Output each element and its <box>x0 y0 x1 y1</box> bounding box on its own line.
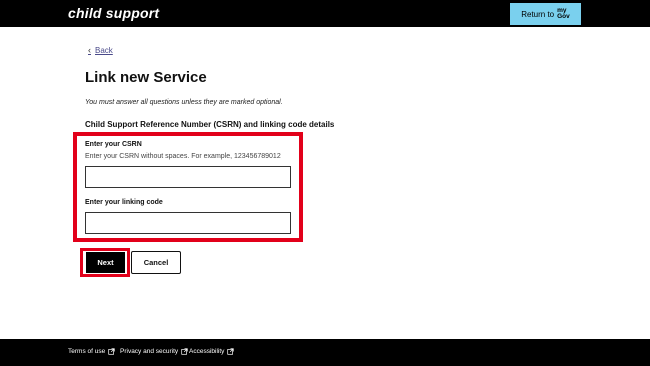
back-label: Back <box>95 45 113 55</box>
page: child support Return to my Gov ‹ Back Li… <box>0 0 650 366</box>
external-link-icon <box>108 348 115 355</box>
site-footer: Terms of use Privacy and security Access… <box>0 339 650 366</box>
mygov-logo-line2: Gov <box>557 13 570 20</box>
csrn-input[interactable] <box>85 166 291 188</box>
footer-link-label: Privacy and security <box>120 348 179 355</box>
chevron-left-icon: ‹ <box>88 45 91 55</box>
brand-logo[interactable]: child support <box>68 5 159 21</box>
back-link[interactable]: ‹ Back <box>88 45 113 55</box>
site-header: child support Return to my Gov <box>0 0 650 27</box>
footer-link-label: Terms of use <box>68 348 106 355</box>
return-to-mygov-button[interactable]: Return to my Gov <box>510 3 581 25</box>
external-link-icon <box>227 348 235 355</box>
footer-link-terms[interactable]: Terms of use <box>68 348 115 355</box>
footer-link-label: Accessibility <box>189 348 225 355</box>
next-button[interactable]: Next <box>86 252 125 273</box>
footer-link-accessibility[interactable]: Accessibility <box>189 348 235 355</box>
external-link-icon <box>181 348 188 355</box>
footer-link-privacy[interactable]: Privacy and security <box>120 348 188 355</box>
mygov-logo: my Gov <box>557 7 570 20</box>
required-hint: You must answer all questions unless the… <box>85 99 283 106</box>
page-title: Link new Service <box>85 69 207 86</box>
return-label: Return to <box>521 9 555 19</box>
linking-code-input[interactable] <box>85 212 291 234</box>
csrn-help-text: Enter your CSRN without spaces. For exam… <box>85 153 281 160</box>
cancel-button[interactable]: Cancel <box>131 251 181 274</box>
csrn-label: Enter your CSRN <box>85 141 142 148</box>
linking-code-label: Enter your linking code <box>85 199 163 206</box>
section-title: Child Support Reference Number (CSRN) an… <box>85 120 335 129</box>
